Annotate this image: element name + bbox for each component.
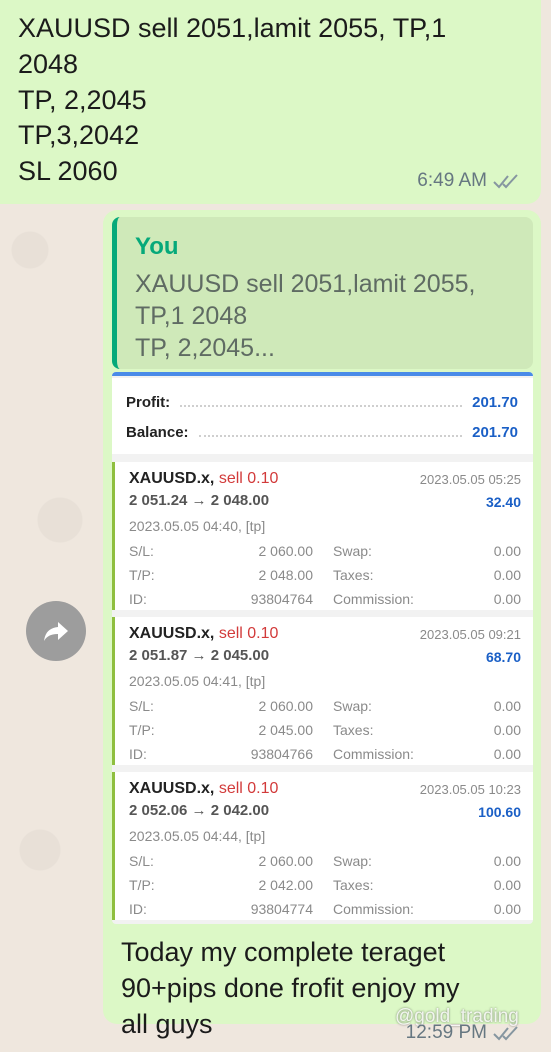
tp-label: T/P: bbox=[129, 567, 155, 583]
sl-label: S/L: bbox=[129, 853, 154, 869]
trade-history-image[interactable]: Profit: 201.70 Balance: 201.70 XAUUSD.x,… bbox=[112, 372, 533, 924]
forward-arrow-icon bbox=[44, 622, 68, 641]
deal-side: sell 0.10 bbox=[218, 780, 279, 797]
message-text-line: Today my complete teraget bbox=[121, 937, 446, 967]
id-label: ID: bbox=[129, 591, 147, 607]
account-summary: Profit: 201.70 Balance: 201.70 bbox=[112, 378, 533, 454]
quote-text-line: TP,1 2048 bbox=[135, 302, 248, 330]
tp-label: T/P: bbox=[129, 877, 155, 893]
message-bubble[interactable]: You XAUUSD sell 2051,lamit 2055, TP,1 20… bbox=[103, 210, 541, 1043]
double-check-icon bbox=[493, 174, 518, 189]
taxes-value: 0.00 bbox=[493, 722, 521, 738]
deal-side: sell 0.10 bbox=[218, 625, 279, 642]
forward-button[interactable] bbox=[26, 601, 86, 661]
id-label: ID: bbox=[129, 901, 147, 917]
taxes-label: Taxes: bbox=[333, 877, 374, 893]
balance-row: Balance: 201.70 bbox=[126, 420, 518, 444]
balance-value: 201.70 bbox=[472, 423, 518, 441]
message-text-line: XAUUSD sell 2051,lamit 2055, TP,1 bbox=[18, 13, 447, 43]
balance-label: Balance: bbox=[126, 423, 189, 441]
message-timestamp: 6:49 AM bbox=[417, 170, 521, 192]
message-text-line: TP,3,2042 bbox=[18, 120, 140, 150]
tp-value: 2 045.00 bbox=[258, 722, 314, 738]
message-text-line: 2048 bbox=[18, 49, 79, 79]
id-value: 93804766 bbox=[250, 746, 313, 762]
quote-author: You bbox=[135, 233, 179, 260]
dotted-leader bbox=[180, 397, 463, 407]
swap-label: Swap: bbox=[333, 853, 372, 869]
commission-value: 0.00 bbox=[493, 901, 521, 917]
sl-value: 2 060.00 bbox=[258, 853, 314, 869]
message-bubble[interactable]: XAUUSD sell 2051,lamit 2055, TP,1 2048 T… bbox=[0, 0, 541, 204]
deal-open-time: 2023.05.05 04:40, [tp] bbox=[129, 518, 266, 534]
deal-entry: XAUUSD.x, sell 0.10 2023.05.05 10:23 2 0… bbox=[112, 772, 533, 920]
profit-label: Profit: bbox=[126, 393, 171, 411]
deal-close-time: 2023.05.05 05:25 bbox=[419, 472, 521, 487]
deal-side: sell 0.10 bbox=[218, 470, 279, 487]
deal-symbol: XAUUSD.x, sell 0.10 bbox=[129, 625, 278, 643]
symbol-text: XAUUSD.x, bbox=[129, 625, 215, 642]
dotted-leader bbox=[198, 427, 463, 437]
taxes-label: Taxes: bbox=[333, 722, 374, 738]
deal-close-time: 2023.05.05 09:21 bbox=[419, 627, 521, 642]
symbol-text: XAUUSD.x, bbox=[129, 470, 215, 487]
symbol-text: XAUUSD.x, bbox=[129, 780, 215, 797]
commission-label: Commission: bbox=[333, 901, 414, 917]
swap-value: 0.00 bbox=[493, 543, 521, 559]
message-timestamp: 12:59 PM bbox=[406, 1022, 521, 1044]
deal-prices: 2 051.87 → 2 045.00 bbox=[129, 647, 270, 664]
id-value: 93804764 bbox=[250, 591, 313, 607]
tp-value: 2 042.00 bbox=[258, 877, 314, 893]
sl-label: S/L: bbox=[129, 698, 154, 714]
card-top-bar bbox=[112, 372, 533, 376]
commission-label: Commission: bbox=[333, 591, 414, 607]
taxes-label: Taxes: bbox=[333, 567, 374, 583]
tp-value: 2 048.00 bbox=[258, 567, 314, 583]
message-text-line: 90+pips done frofit enjoy my bbox=[121, 973, 460, 1003]
deal-open-time: 2023.05.05 04:41, [tp] bbox=[129, 673, 266, 689]
sl-value: 2 060.00 bbox=[258, 698, 314, 714]
swap-label: Swap: bbox=[333, 543, 372, 559]
swap-label: Swap: bbox=[333, 698, 372, 714]
double-check-icon bbox=[493, 1026, 518, 1041]
deal-entry: XAUUSD.x, sell 0.10 2023.05.05 09:21 2 0… bbox=[112, 617, 533, 765]
taxes-value: 0.00 bbox=[493, 567, 521, 583]
deal-profit: 100.60 bbox=[478, 804, 521, 820]
commission-value: 0.00 bbox=[493, 746, 521, 762]
message-text-line: SL 2060 bbox=[18, 156, 118, 186]
tp-label: T/P: bbox=[129, 722, 155, 738]
commission-label: Commission: bbox=[333, 746, 414, 762]
timestamp-text: 12:59 PM bbox=[405, 1022, 487, 1043]
sl-value: 2 060.00 bbox=[258, 543, 314, 559]
profit-row: Profit: 201.70 bbox=[126, 390, 518, 414]
commission-value: 0.00 bbox=[493, 591, 521, 607]
deal-symbol: XAUUSD.x, sell 0.10 bbox=[129, 470, 278, 488]
id-label: ID: bbox=[129, 746, 147, 762]
id-value: 93804774 bbox=[250, 901, 313, 917]
deal-profit: 68.70 bbox=[485, 649, 521, 665]
deal-open-time: 2023.05.05 04:44, [tp] bbox=[129, 828, 266, 844]
deal-prices: 2 051.24 → 2 048.00 bbox=[129, 492, 270, 509]
deal-close-time: 2023.05.05 10:23 bbox=[419, 782, 521, 797]
quote-text-line: XAUUSD sell 2051,lamit 2055, bbox=[135, 270, 476, 298]
deal-entry: XAUUSD.x, sell 0.10 2023.05.05 05:25 2 0… bbox=[112, 462, 533, 610]
swap-value: 0.00 bbox=[493, 698, 521, 714]
deal-prices: 2 052.06 → 2 042.00 bbox=[129, 802, 270, 819]
quote-text-line: TP, 2,2045... bbox=[135, 334, 275, 362]
deal-symbol: XAUUSD.x, sell 0.10 bbox=[129, 780, 278, 798]
sl-label: S/L: bbox=[129, 543, 154, 559]
message-text-line: TP, 2,2045 bbox=[18, 85, 147, 115]
swap-value: 0.00 bbox=[493, 853, 521, 869]
taxes-value: 0.00 bbox=[493, 877, 521, 893]
deal-profit: 32.40 bbox=[485, 494, 521, 510]
quoted-message[interactable]: You XAUUSD sell 2051,lamit 2055, TP,1 20… bbox=[112, 217, 533, 369]
profit-value: 201.70 bbox=[472, 393, 518, 411]
timestamp-text: 6:49 AM bbox=[417, 170, 487, 191]
